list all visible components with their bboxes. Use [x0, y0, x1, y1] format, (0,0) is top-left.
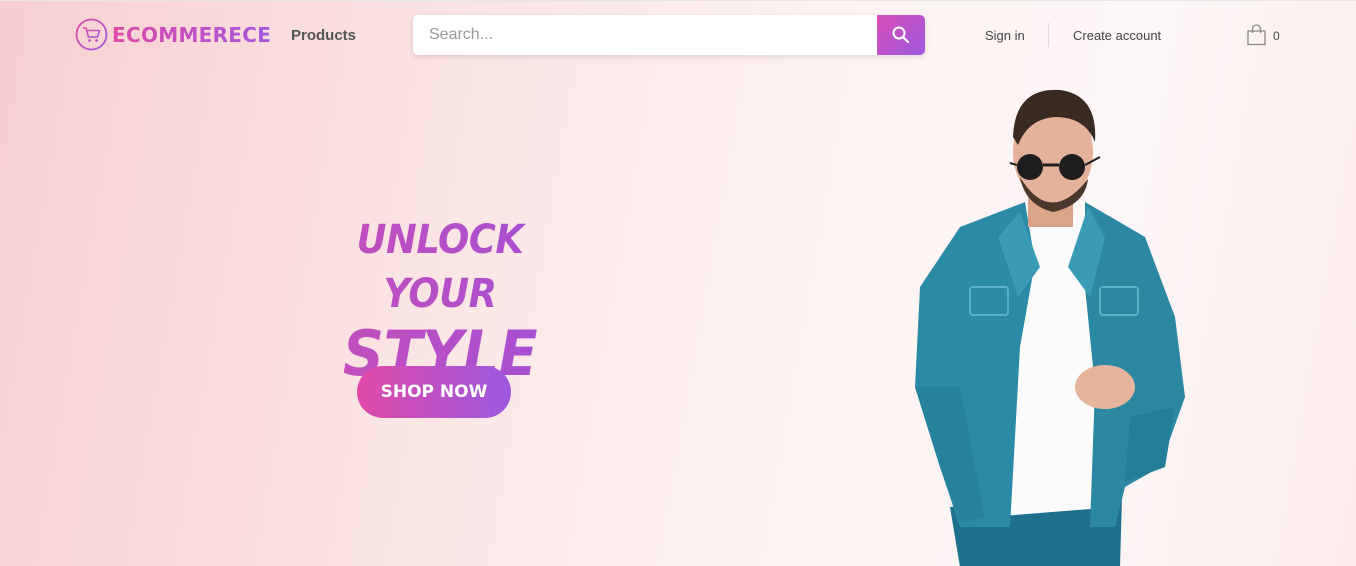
search-button[interactable]	[877, 15, 925, 55]
shopping-bag-icon	[1247, 24, 1266, 46]
hero-model-image	[915, 89, 1185, 566]
cart-count: 0	[1273, 29, 1280, 43]
sign-in-link[interactable]: Sign in	[985, 28, 1025, 43]
search-bar	[413, 15, 925, 55]
search-input[interactable]	[413, 15, 877, 55]
hero-headline: UNLOCK YOUR STYLE	[285, 213, 595, 387]
shopping-cart-icon	[75, 18, 108, 51]
brand-name: ECOMMERECE	[112, 22, 272, 47]
landing-page: ECOMMERECE Products Sign in Create accou…	[0, 0, 1356, 566]
top-navbar: ECOMMERECE Products Sign in Create accou…	[0, 1, 1356, 69]
hero-headline-line1: UNLOCK YOUR	[297, 213, 582, 321]
create-account-link[interactable]: Create account	[1073, 28, 1161, 43]
brand-logo[interactable]: ECOMMERECE	[75, 18, 271, 51]
search-icon	[892, 26, 910, 44]
shop-now-button[interactable]: SHOP NOW	[357, 366, 511, 418]
nav-products-link[interactable]: Products	[291, 27, 356, 44]
nav-divider	[1048, 23, 1049, 47]
cart-button[interactable]: 0	[1246, 24, 1280, 46]
